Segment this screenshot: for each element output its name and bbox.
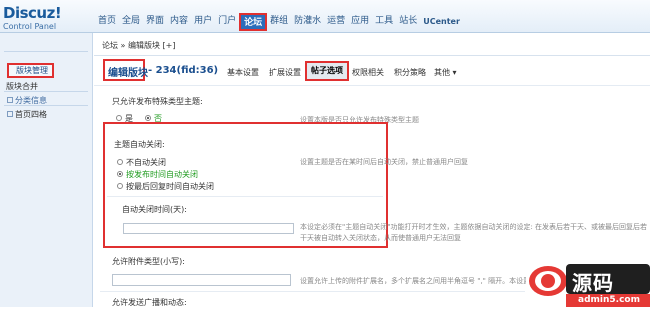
autoclose-none-label: 不自动关闭 [126, 158, 166, 167]
nav-portal[interactable]: 门户 [215, 13, 239, 31]
attach-types-hint: 设置允许上传的附件扩展名，多个扩展名之间用半角逗号 "," 隔开。本设置的优先级 [300, 277, 526, 285]
nav-apps[interactable]: 应用 [348, 13, 372, 31]
autoclose-label: 主题自动关闭: [114, 140, 165, 149]
page-title-id: - 234(fid:36) [148, 65, 219, 76]
nav-home[interactable]: 首页 [95, 13, 119, 31]
divider [4, 105, 88, 106]
logo-subtitle: Control Panel [3, 22, 57, 31]
nav-global[interactable]: 全局 [119, 13, 143, 31]
nav-tools[interactable]: 工具 [372, 13, 396, 31]
tab-post-options[interactable]: 帖子选项 [305, 61, 349, 81]
autoclose-post-label: 按发布时间自动关闭 [126, 170, 198, 179]
autoclose-hint: 设置主题是否在某时间后自动关闭，禁止普通用户回复 [300, 158, 468, 166]
divider [4, 91, 88, 92]
sidebar-item-home-grid[interactable]: 首页四格 [7, 109, 47, 120]
nav-antispam[interactable]: 防灌水 [291, 13, 324, 31]
expand-icon [7, 111, 13, 117]
autoclose-time-label: 自动关闭时间(天): [122, 205, 187, 214]
sidebar-item-label: 首页四格 [15, 110, 47, 119]
divider [94, 85, 650, 86]
nav-content[interactable]: 内容 [167, 13, 191, 31]
nav-group[interactable]: 群组 [267, 13, 291, 31]
divider [107, 196, 383, 197]
divider [4, 51, 88, 52]
tab-credits[interactable]: 积分策略 [394, 67, 426, 78]
nav-ucenter[interactable]: UCenter [420, 13, 463, 31]
watermark-text: 源码 [572, 271, 614, 295]
collapse-icon [7, 97, 13, 103]
autoclose-reply-label: 按最后回复时间自动关闭 [126, 182, 214, 191]
logo-brand: Discuz! [3, 4, 62, 22]
nav-interface[interactable]: 界面 [143, 13, 167, 31]
nav-admin[interactable]: 站长 [396, 13, 420, 31]
special-only-label: 只允许发布特殊类型主题: [112, 97, 203, 106]
site-watermark: 源码 admin5.com [526, 256, 650, 307]
tab-other[interactable]: 其他 ▾ [434, 67, 457, 78]
autoclose-none-radio[interactable] [117, 159, 123, 165]
tab-extended[interactable]: 扩展设置 [269, 67, 301, 78]
special-no-radio[interactable] [145, 115, 151, 121]
attach-types-label: 允许附件类型(小写): [112, 257, 185, 266]
tab-permissions[interactable]: 权限相关 [352, 67, 384, 78]
top-header: Discuz! Control Panel 首页 全局 界面 内容 用户 门户 … [0, 0, 650, 33]
divider [94, 55, 650, 56]
top-nav: 首页 全局 界面 内容 用户 门户 论坛 群组 防灌水 运营 应用 工具 站长 … [95, 13, 463, 31]
watermark-site: admin5.com [578, 295, 640, 305]
nav-forum[interactable]: 论坛 [239, 13, 268, 31]
sidebar-item-forum-manage[interactable]: 版块管理 [7, 63, 54, 78]
tab-basic[interactable]: 基本设置 [227, 67, 259, 78]
nav-users[interactable]: 用户 [191, 13, 215, 31]
logo: Discuz! Control Panel [3, 4, 62, 31]
nav-operation[interactable]: 运营 [324, 13, 348, 31]
page-title: 编辑版块 [108, 68, 148, 79]
autoclose-reply-radio[interactable] [117, 183, 123, 189]
autoclose-time-hint: 本设定必须在"主题自动关闭"功能打开时才生效，主题依据自动关闭的设定: 在发表后… [300, 223, 648, 242]
divider [100, 291, 525, 292]
special-yes-radio[interactable] [116, 115, 122, 121]
sidebar-group-label: 分类信息 [15, 96, 47, 105]
autoclose-post-radio[interactable] [117, 171, 123, 177]
next-section-label: 允许发送广播和动态: [112, 298, 187, 307]
breadcrumb[interactable]: 论坛 » 编辑版块 [+] [102, 40, 175, 51]
attach-types-input[interactable] [112, 274, 291, 286]
autoclose-time-input[interactable] [123, 223, 294, 234]
left-sidebar: 版块管理 版块合并 分类信息 首页四格 [0, 33, 93, 307]
